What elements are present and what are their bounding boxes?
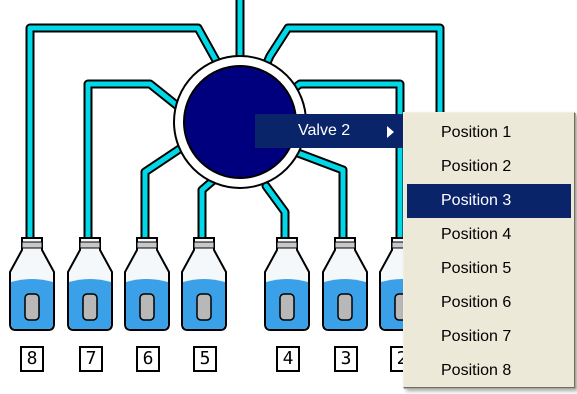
bottle-5	[181, 237, 227, 331]
bottle-8	[9, 237, 55, 331]
bottle-label-6: 6	[136, 346, 160, 372]
submenu-item-position-7[interactable]: Position 7	[407, 320, 571, 354]
position-submenu: Position 1 Position 2 Position 3 Position 4…	[403, 112, 575, 388]
bottle-label-7: 7	[79, 346, 103, 372]
submenu-item-position-4[interactable]: Position 4	[407, 218, 571, 252]
bottle-3	[322, 237, 368, 331]
submenu-arrow-icon	[387, 126, 394, 138]
bottle-label-8: 8	[20, 346, 44, 372]
menu-item-valve[interactable]: Valve 2	[255, 114, 403, 148]
bottle-label-3: 3	[334, 346, 358, 372]
bottle-label-5: 5	[193, 346, 217, 372]
tube-line	[142, 139, 193, 253]
tube-line	[83, 79, 190, 255]
submenu-item-position-1[interactable]: Position 1	[407, 116, 571, 150]
bottle-4	[264, 237, 310, 331]
submenu-item-position-8[interactable]: Position 8	[407, 354, 571, 388]
bottle-6	[124, 237, 170, 331]
submenu-item-position-6[interactable]: Position 6	[407, 286, 571, 320]
submenu-item-position-2[interactable]: Position 2	[407, 150, 571, 184]
bottle-7	[67, 237, 113, 331]
bottle-label-4: 4	[276, 346, 300, 372]
menu-item-valve-label: Valve 2	[298, 122, 351, 139]
tube-line	[287, 147, 346, 253]
submenu-item-position-5[interactable]: Position 5	[407, 252, 571, 286]
submenu-item-position-3[interactable]: Position 3	[407, 184, 571, 218]
tube-line	[85, 81, 188, 253]
